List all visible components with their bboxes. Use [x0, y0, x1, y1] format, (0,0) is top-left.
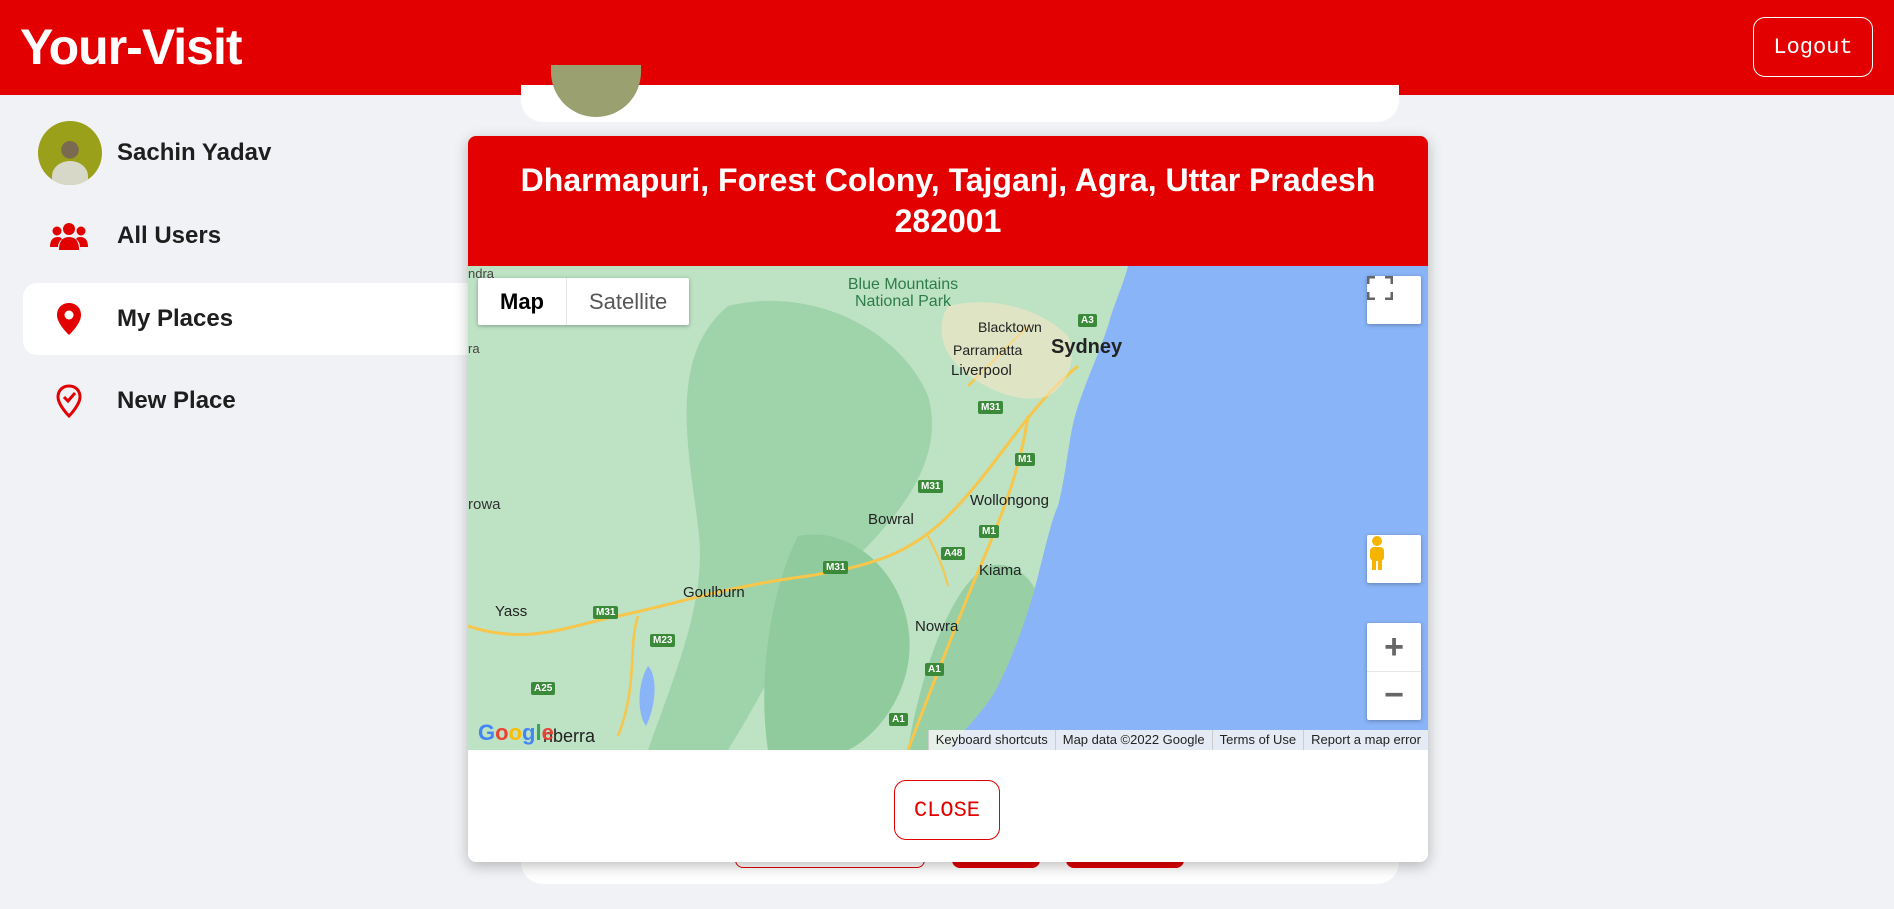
map-label: Goulburn	[683, 584, 745, 601]
map-modal: Dharmapuri, Forest Colony, Tajganj, Agra…	[468, 136, 1428, 862]
road-badge: M31	[918, 480, 944, 493]
road-badge: M1	[1015, 453, 1035, 466]
report-map-error-link[interactable]: Report a map error	[1303, 730, 1428, 750]
map-label: Yass	[495, 603, 528, 620]
sidebar-item-label: My Places	[117, 305, 234, 332]
zoom-in-button[interactable]: +	[1367, 624, 1421, 672]
users-icon	[49, 216, 89, 256]
road-badge: M1	[979, 525, 999, 538]
zoom-control: + −	[1367, 623, 1421, 720]
map-view[interactable]: ndra ra rowa Blue Mountains National Par…	[468, 266, 1428, 750]
map-data-attribution: Map data ©2022 Google	[1054, 730, 1212, 750]
terms-of-use-link[interactable]: Terms of Use	[1211, 730, 1304, 750]
fullscreen-button[interactable]	[1367, 276, 1421, 324]
sidebar-item-label: New Place	[117, 387, 236, 414]
road-badge: A3	[1078, 314, 1097, 327]
street-view-button[interactable]	[1367, 535, 1421, 583]
modal-title: Dharmapuri, Forest Colony, Tajganj, Agra…	[520, 162, 1376, 239]
avatar	[38, 121, 102, 185]
map-label: Blue Mountains National Park	[847, 276, 959, 310]
map-label: Parramatta	[953, 342, 1023, 358]
road-badge: A1	[889, 713, 908, 726]
sidebar-item-my-places[interactable]: My Places	[23, 283, 470, 355]
place-card-background	[521, 65, 1399, 122]
map-label: Nowra	[915, 618, 959, 635]
sidebar-item-label: Sachin Yadav	[117, 139, 272, 166]
sidebar-item-profile[interactable]: Sachin Yadav	[23, 117, 470, 189]
map-pin-icon	[49, 299, 89, 339]
sidebar-item-new-place[interactable]: New Place	[23, 365, 470, 437]
brand-logo[interactable]: Your-Visit	[20, 18, 243, 76]
keyboard-shortcuts-link[interactable]: Keyboard shortcuts	[927, 730, 1055, 750]
pin-check-icon	[49, 381, 89, 421]
road-badge: A25	[531, 682, 556, 695]
google-logo: Google	[478, 720, 554, 745]
logout-button[interactable]: Logout	[1753, 17, 1873, 77]
modal-footer: CLOSE	[468, 750, 1428, 862]
road-badge: M31	[823, 561, 849, 574]
map-label: Sydney	[1051, 336, 1123, 358]
place-card-image	[551, 65, 641, 117]
zoom-out-button[interactable]: −	[1367, 672, 1421, 720]
map-label: Wollongong	[970, 492, 1049, 509]
map-label: Kiama	[979, 562, 1022, 579]
map-label: ra	[468, 341, 480, 356]
sidebar-item-label: All Users	[117, 222, 222, 249]
map-label: Blacktown	[978, 319, 1042, 335]
modal-header: Dharmapuri, Forest Colony, Tajganj, Agra…	[468, 136, 1428, 266]
map-label: Bowral	[868, 511, 914, 528]
road-badge: A48	[941, 547, 966, 560]
sidebar-item-all-users[interactable]: All Users	[23, 200, 470, 272]
map-type-map-button[interactable]: Map	[478, 278, 566, 325]
map-type-toggle: Map Satellite	[478, 278, 690, 325]
map-footer: Keyboard shortcuts Map data ©2022 Google…	[927, 730, 1428, 750]
map-label: Liverpool	[951, 362, 1012, 379]
road-badge: M31	[978, 401, 1004, 414]
top-bar: Your-Visit Logout	[0, 0, 1894, 95]
map-label: rowa	[468, 496, 501, 513]
road-badge: M23	[650, 634, 676, 647]
map-type-satellite-button[interactable]: Satellite	[566, 278, 689, 325]
road-badge: A1	[925, 663, 944, 676]
close-button[interactable]: CLOSE	[894, 780, 1000, 840]
road-badge: M31	[593, 606, 619, 619]
